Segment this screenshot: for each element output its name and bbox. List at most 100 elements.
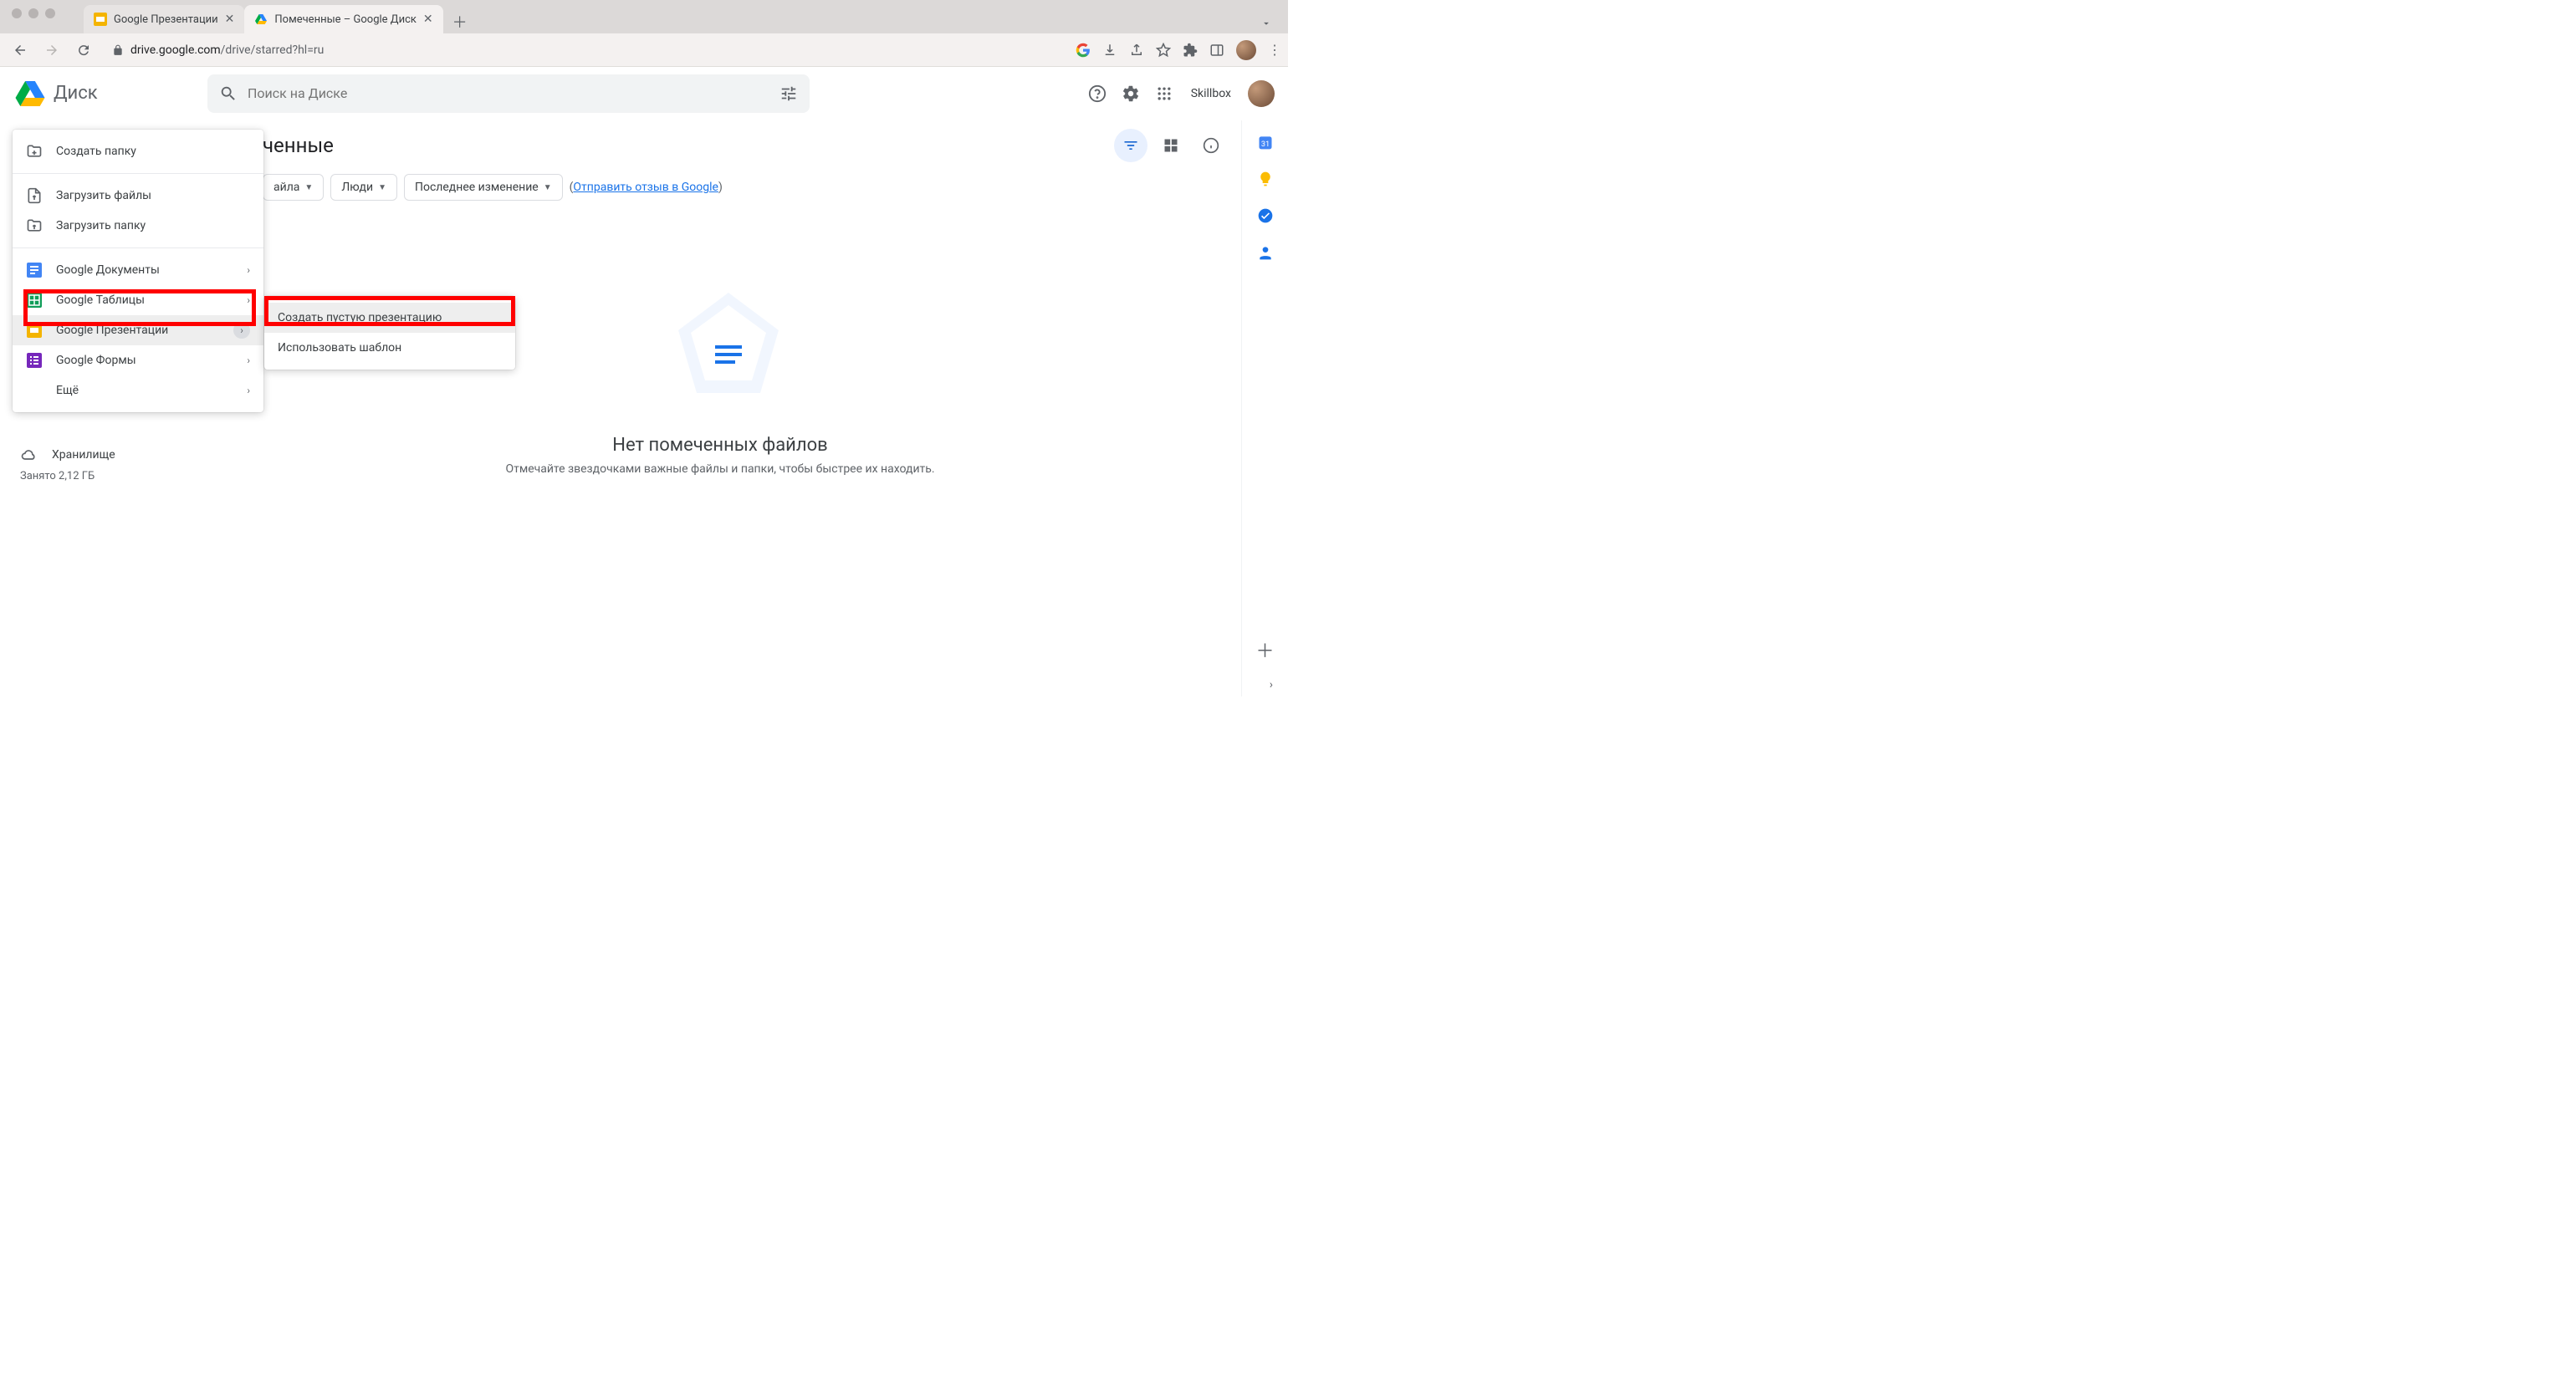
nav-back-button[interactable] — [8, 38, 32, 62]
chip-file-type[interactable]: айла ▼ — [263, 174, 324, 201]
tasks-icon[interactable] — [1257, 207, 1274, 224]
new-tab-button[interactable]: ＋ — [448, 10, 472, 33]
filter-chip-row: айла ▼ Люди ▼ Последнее изменение ▼ (Отп… — [263, 174, 1228, 201]
google-icon[interactable] — [1076, 43, 1091, 58]
storage-block: Хранилище Занято 2,12 ГБ — [20, 446, 115, 482]
calendar-icon[interactable]: 31 — [1257, 134, 1274, 151]
submenu-item-blank-presentation[interactable]: Создать пустую презентацию — [264, 303, 515, 333]
apps-grid-icon[interactable] — [1154, 84, 1174, 104]
google-sheets-icon — [26, 292, 43, 309]
account-name[interactable]: Skillbox — [1191, 87, 1231, 100]
details-button[interactable] — [1194, 129, 1228, 162]
chrome-menu-icon[interactable]: ⋮ — [1268, 42, 1280, 58]
svg-text:31: 31 — [1260, 140, 1269, 149]
slides-favicon-icon — [94, 13, 107, 26]
upload-file-icon — [26, 187, 43, 204]
nav-reload-button[interactable] — [72, 38, 95, 62]
menu-item-new-folder[interactable]: Создать папку — [13, 136, 263, 166]
chevron-down-icon: ▼ — [378, 183, 386, 192]
google-slides-icon — [26, 322, 43, 339]
window-minimize-icon[interactable] — [28, 8, 38, 18]
blank-icon — [26, 382, 43, 399]
extensions-icon[interactable] — [1183, 43, 1198, 58]
window-close-icon[interactable] — [12, 8, 22, 18]
menu-separator — [13, 173, 263, 174]
lock-icon — [112, 44, 124, 56]
tabs-dropdown-icon[interactable] — [1256, 13, 1276, 33]
submenu-item-from-template[interactable]: Использовать шаблон — [264, 333, 515, 363]
chevron-down-icon: ▼ — [304, 183, 313, 192]
tab-strip: Google Презентации ✕ Помеченные – Google… — [0, 0, 1288, 33]
close-icon[interactable]: ✕ — [423, 13, 433, 26]
chevron-right-icon: › — [233, 322, 250, 339]
google-forms-icon — [26, 352, 43, 369]
tab-title: Помеченные – Google Диск — [274, 13, 417, 26]
search-box[interactable] — [207, 74, 810, 113]
drive-logo-icon — [13, 77, 47, 110]
download-icon[interactable] — [1102, 43, 1117, 58]
account-avatar-icon[interactable] — [1248, 80, 1275, 107]
empty-state-illustration — [670, 284, 770, 418]
storage-used: Занято 2,12 ГБ — [20, 470, 115, 482]
addons-plus-icon[interactable]: ＋ — [1255, 636, 1274, 663]
menu-item-upload-files[interactable]: Загрузить файлы — [13, 181, 263, 211]
storage-label: Хранилище — [52, 448, 115, 462]
url-text: drive.google.com/drive/starred?hl=ru — [130, 43, 324, 57]
profile-avatar-icon[interactable] — [1236, 40, 1256, 60]
browser-tab-drive[interactable]: Помеченные – Google Диск ✕ — [244, 5, 442, 33]
new-context-menu: Создать папку Загрузить файлы Загрузить … — [13, 130, 263, 412]
browser-toolbar: drive.google.com/drive/starred?hl=ru ⋮ — [0, 33, 1288, 67]
chevron-right-icon: › — [247, 385, 250, 396]
address-bar[interactable]: drive.google.com/drive/starred?hl=ru — [104, 38, 1067, 63]
search-options-icon[interactable] — [779, 84, 798, 103]
page-title-row: ченные — [212, 129, 1228, 162]
tab-title: Google Презентации — [114, 13, 218, 26]
drive-favicon-icon — [254, 13, 268, 26]
browser-chrome: Google Презентации ✕ Помеченные – Google… — [0, 0, 1288, 67]
grid-view-button[interactable] — [1154, 129, 1188, 162]
search-wrap — [207, 74, 810, 113]
drive-logo[interactable]: Диск — [13, 77, 207, 110]
toolbar-actions: ⋮ — [1076, 40, 1280, 60]
slides-submenu: Создать пустую презентацию Использовать … — [264, 296, 515, 370]
menu-item-google-slides[interactable]: Google Презентации › — [13, 315, 263, 345]
header-actions: Skillbox — [1087, 80, 1275, 107]
browser-tab-slides[interactable]: Google Презентации ✕ — [84, 5, 244, 33]
feedback-link-wrap: (Отправить отзыв в Google) — [570, 181, 723, 194]
menu-separator — [13, 247, 263, 248]
menu-item-upload-folder[interactable]: Загрузить папку — [13, 211, 263, 241]
chevron-right-icon: › — [247, 294, 250, 306]
sidepanel-toggle-icon[interactable] — [1209, 43, 1224, 58]
window-traffic-lights — [0, 0, 67, 27]
menu-item-google-docs[interactable]: Google Документы › — [13, 255, 263, 285]
empty-state-subtitle: Отмечайте звездочками важные файлы и пап… — [212, 462, 1228, 476]
drive-logo-text: Диск — [54, 83, 98, 104]
search-icon — [219, 84, 238, 103]
share-icon[interactable] — [1129, 43, 1144, 58]
contacts-icon[interactable] — [1257, 244, 1274, 261]
settings-gear-icon[interactable] — [1121, 84, 1141, 104]
close-icon[interactable]: ✕ — [225, 13, 235, 26]
view-controls — [1114, 129, 1228, 162]
window-maximize-icon[interactable] — [45, 8, 55, 18]
chevron-right-icon: › — [247, 355, 250, 366]
side-panel: 31 ＋ — [1241, 120, 1288, 696]
menu-item-google-sheets[interactable]: Google Таблицы › — [13, 285, 263, 315]
nav-forward-button[interactable] — [40, 38, 64, 62]
menu-item-google-forms[interactable]: Google Формы › — [13, 345, 263, 375]
filter-button[interactable] — [1114, 129, 1147, 162]
main-content: ченные айла ▼ Люди ▼ — [209, 120, 1241, 696]
help-icon[interactable] — [1087, 84, 1107, 104]
upload-folder-icon — [26, 217, 43, 234]
search-input[interactable] — [248, 85, 769, 101]
menu-item-more[interactable]: Ещё › — [13, 375, 263, 406]
sidebar-item-storage[interactable]: Хранилище — [20, 446, 115, 463]
cloud-icon — [20, 446, 37, 463]
sidepanel-collapse-icon[interactable]: › — [1270, 678, 1273, 691]
page-title: ченные — [263, 134, 334, 157]
keep-icon[interactable] — [1257, 171, 1274, 187]
feedback-link[interactable]: Отправить отзыв в Google — [573, 181, 718, 194]
chip-last-modified[interactable]: Последнее изменение ▼ — [404, 174, 563, 201]
bookmark-star-icon[interactable] — [1156, 43, 1171, 58]
chip-people[interactable]: Люди ▼ — [330, 174, 397, 201]
